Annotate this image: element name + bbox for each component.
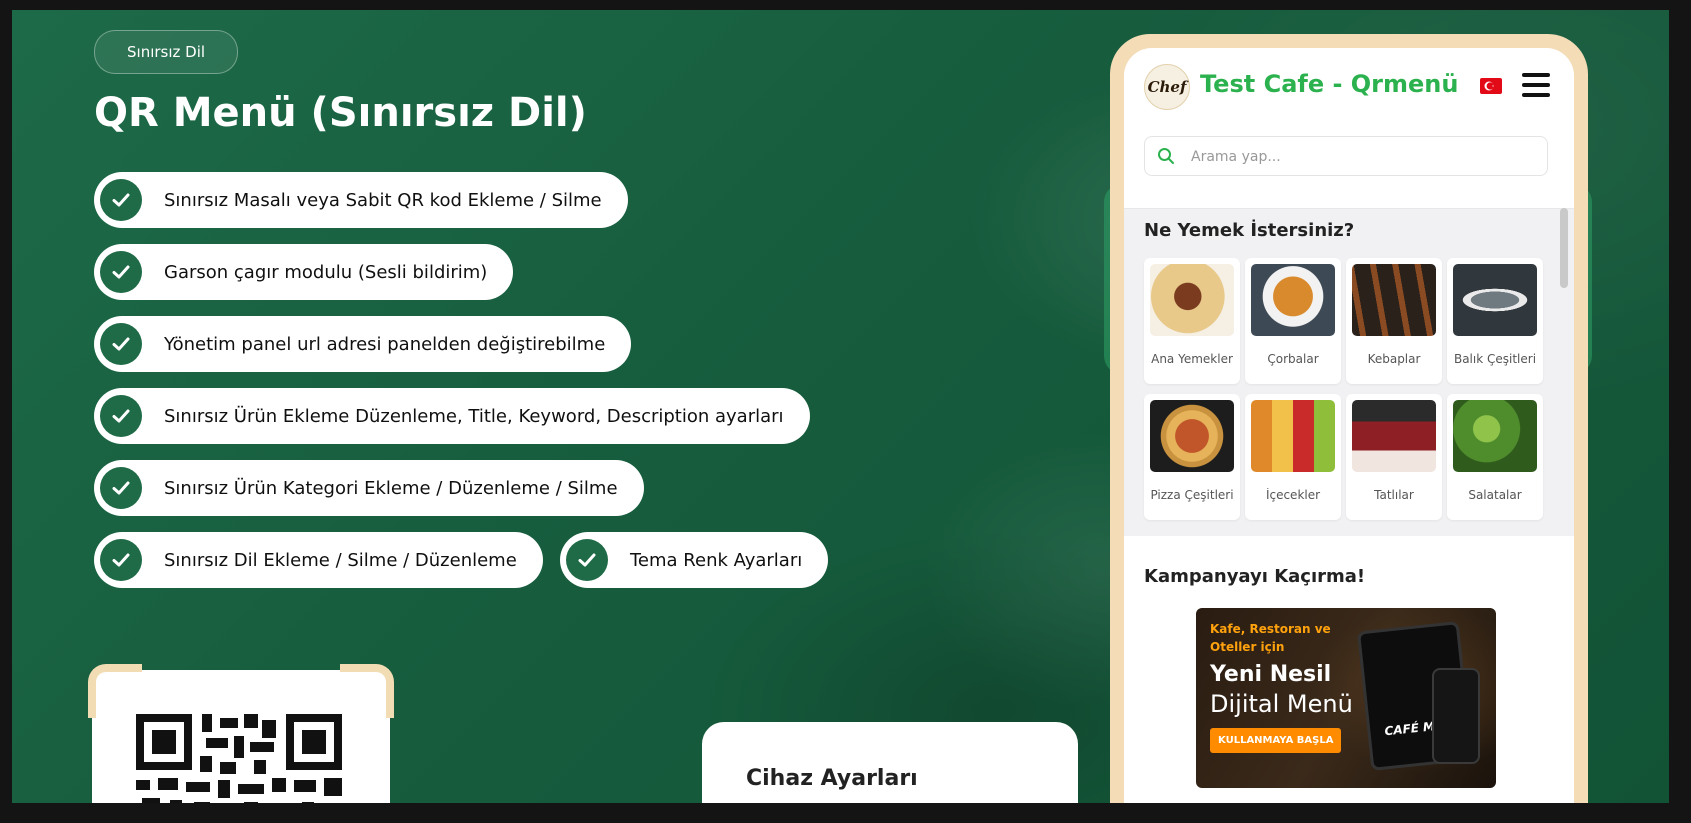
check-icon <box>100 467 142 509</box>
phone-mockup: Chef Test Cafe - Qrmenü Arama yap... Ne … <box>1110 34 1588 803</box>
feature-item: Garson çagır modulu (Sesli bildirim) <box>94 244 514 300</box>
feature-label: Sınırsız Masalı veya Sabit QR kod Ekleme… <box>164 189 602 211</box>
feature-item: Sınırsız Masalı veya Sabit QR kod Ekleme… <box>94 172 628 228</box>
feature-label: Sınırsız Dil Ekleme / Silme / Düzenleme <box>164 549 517 571</box>
banner-subline: Dijital Menü <box>1210 690 1353 718</box>
qr-code-image <box>136 714 342 803</box>
categories-title: Ne Yemek İstersiniz? <box>1144 220 1355 241</box>
category-card[interactable]: İçecekler <box>1245 394 1341 520</box>
device-settings-card: Cihaz Ayarları <box>702 722 1078 803</box>
feature-item: Tema Renk Ayarları <box>560 532 829 588</box>
category-image <box>1352 400 1436 472</box>
search-box <box>1144 136 1548 176</box>
category-label: İçecekler <box>1265 488 1321 502</box>
phone-screen: Chef Test Cafe - Qrmenü Arama yap... Ne … <box>1124 48 1574 803</box>
turkish-flag-icon[interactable] <box>1480 78 1502 94</box>
app-header: Chef Test Cafe - Qrmenü <box>1124 48 1574 209</box>
feature-label: Yönetim panel url adresi panelden değişt… <box>164 333 606 355</box>
category-image <box>1251 400 1335 472</box>
feature-item: Sınırsız Ürün Kategori Ekleme / Düzenlem… <box>94 460 644 516</box>
scrollbar-thumb[interactable] <box>1560 208 1568 288</box>
feature-label: Tema Renk Ayarları <box>630 549 803 571</box>
check-icon <box>100 179 142 221</box>
category-image <box>1150 264 1234 336</box>
qr-code-card <box>88 664 394 803</box>
category-image <box>1352 264 1436 336</box>
category-image <box>1251 264 1335 336</box>
category-label: Balık Çeşitleri <box>1453 352 1537 366</box>
category-badge: Sınırsız Dil <box>94 30 239 74</box>
category-label: Kebaplar <box>1367 352 1421 366</box>
hamburger-menu-icon[interactable] <box>1522 73 1550 97</box>
category-image <box>1453 400 1537 472</box>
feature-item: Sınırsız Dil Ekleme / Silme / Düzenleme <box>94 532 543 588</box>
category-image <box>1150 400 1234 472</box>
category-card[interactable]: Çorbalar <box>1245 258 1341 384</box>
chef-logo[interactable]: Chef <box>1144 64 1190 110</box>
feature-label: Sınırsız Ürün Ekleme Düzenleme, Title, K… <box>164 405 784 427</box>
check-icon <box>100 251 142 293</box>
category-card[interactable]: Pizza Çeşitleri <box>1144 394 1240 520</box>
device-settings-title: Cihaz Ayarları <box>746 766 918 791</box>
phone-illustration <box>1432 668 1480 764</box>
category-card[interactable]: Ana Yemekler <box>1144 258 1240 384</box>
banner-cta-button[interactable]: KULLANMAYA BAŞLA <box>1210 728 1342 753</box>
category-card[interactable]: Salatalar <box>1447 394 1543 520</box>
feature-item: Yönetim panel url adresi panelden değişt… <box>94 316 632 372</box>
app-title[interactable]: Test Cafe - Qrmenü <box>1200 70 1458 98</box>
feature-item: Sınırsız Ürün Ekleme Düzenleme, Title, K… <box>94 388 810 444</box>
banner-tagline: Kafe, Restoran ve Oteller için <box>1210 622 1331 654</box>
search-input[interactable] <box>1189 143 1533 171</box>
category-label: Çorbalar <box>1267 352 1319 366</box>
category-label: Tatlılar <box>1374 488 1414 502</box>
banner-headline: Yeni Nesil <box>1210 662 1332 687</box>
page-title: QR Menü (Sınırsız Dil) <box>94 90 587 136</box>
campaign-banner[interactable]: Kafe, Restoran ve Oteller için Yeni Nesi… <box>1196 608 1496 788</box>
check-icon <box>100 395 142 437</box>
category-label: Ana Yemekler <box>1151 352 1233 366</box>
campaign-title: Kampanyayı Kaçırma! <box>1144 566 1366 587</box>
category-card[interactable]: Balık Çeşitleri <box>1447 258 1543 384</box>
category-card[interactable]: Tatlılar <box>1346 394 1442 520</box>
search-icon <box>1158 148 1174 164</box>
feature-label: Sınırsız Ürün Kategori Ekleme / Düzenlem… <box>164 477 618 499</box>
category-grid: Ana Yemekler Çorbalar Kebaplar Balık Çeş… <box>1144 258 1548 520</box>
check-icon <box>100 539 142 581</box>
category-label: Pizza Çeşitleri <box>1150 488 1234 502</box>
check-icon <box>100 323 142 365</box>
check-icon <box>566 539 608 581</box>
feature-label: Garson çagır modulu (Sesli bildirim) <box>164 261 488 283</box>
category-card[interactable]: Kebaplar <box>1346 258 1442 384</box>
hero-section: Sınırsız Dil QR Menü (Sınırsız Dil) Sını… <box>12 10 1669 803</box>
category-label: Salatalar <box>1468 488 1522 502</box>
category-image <box>1453 264 1537 336</box>
